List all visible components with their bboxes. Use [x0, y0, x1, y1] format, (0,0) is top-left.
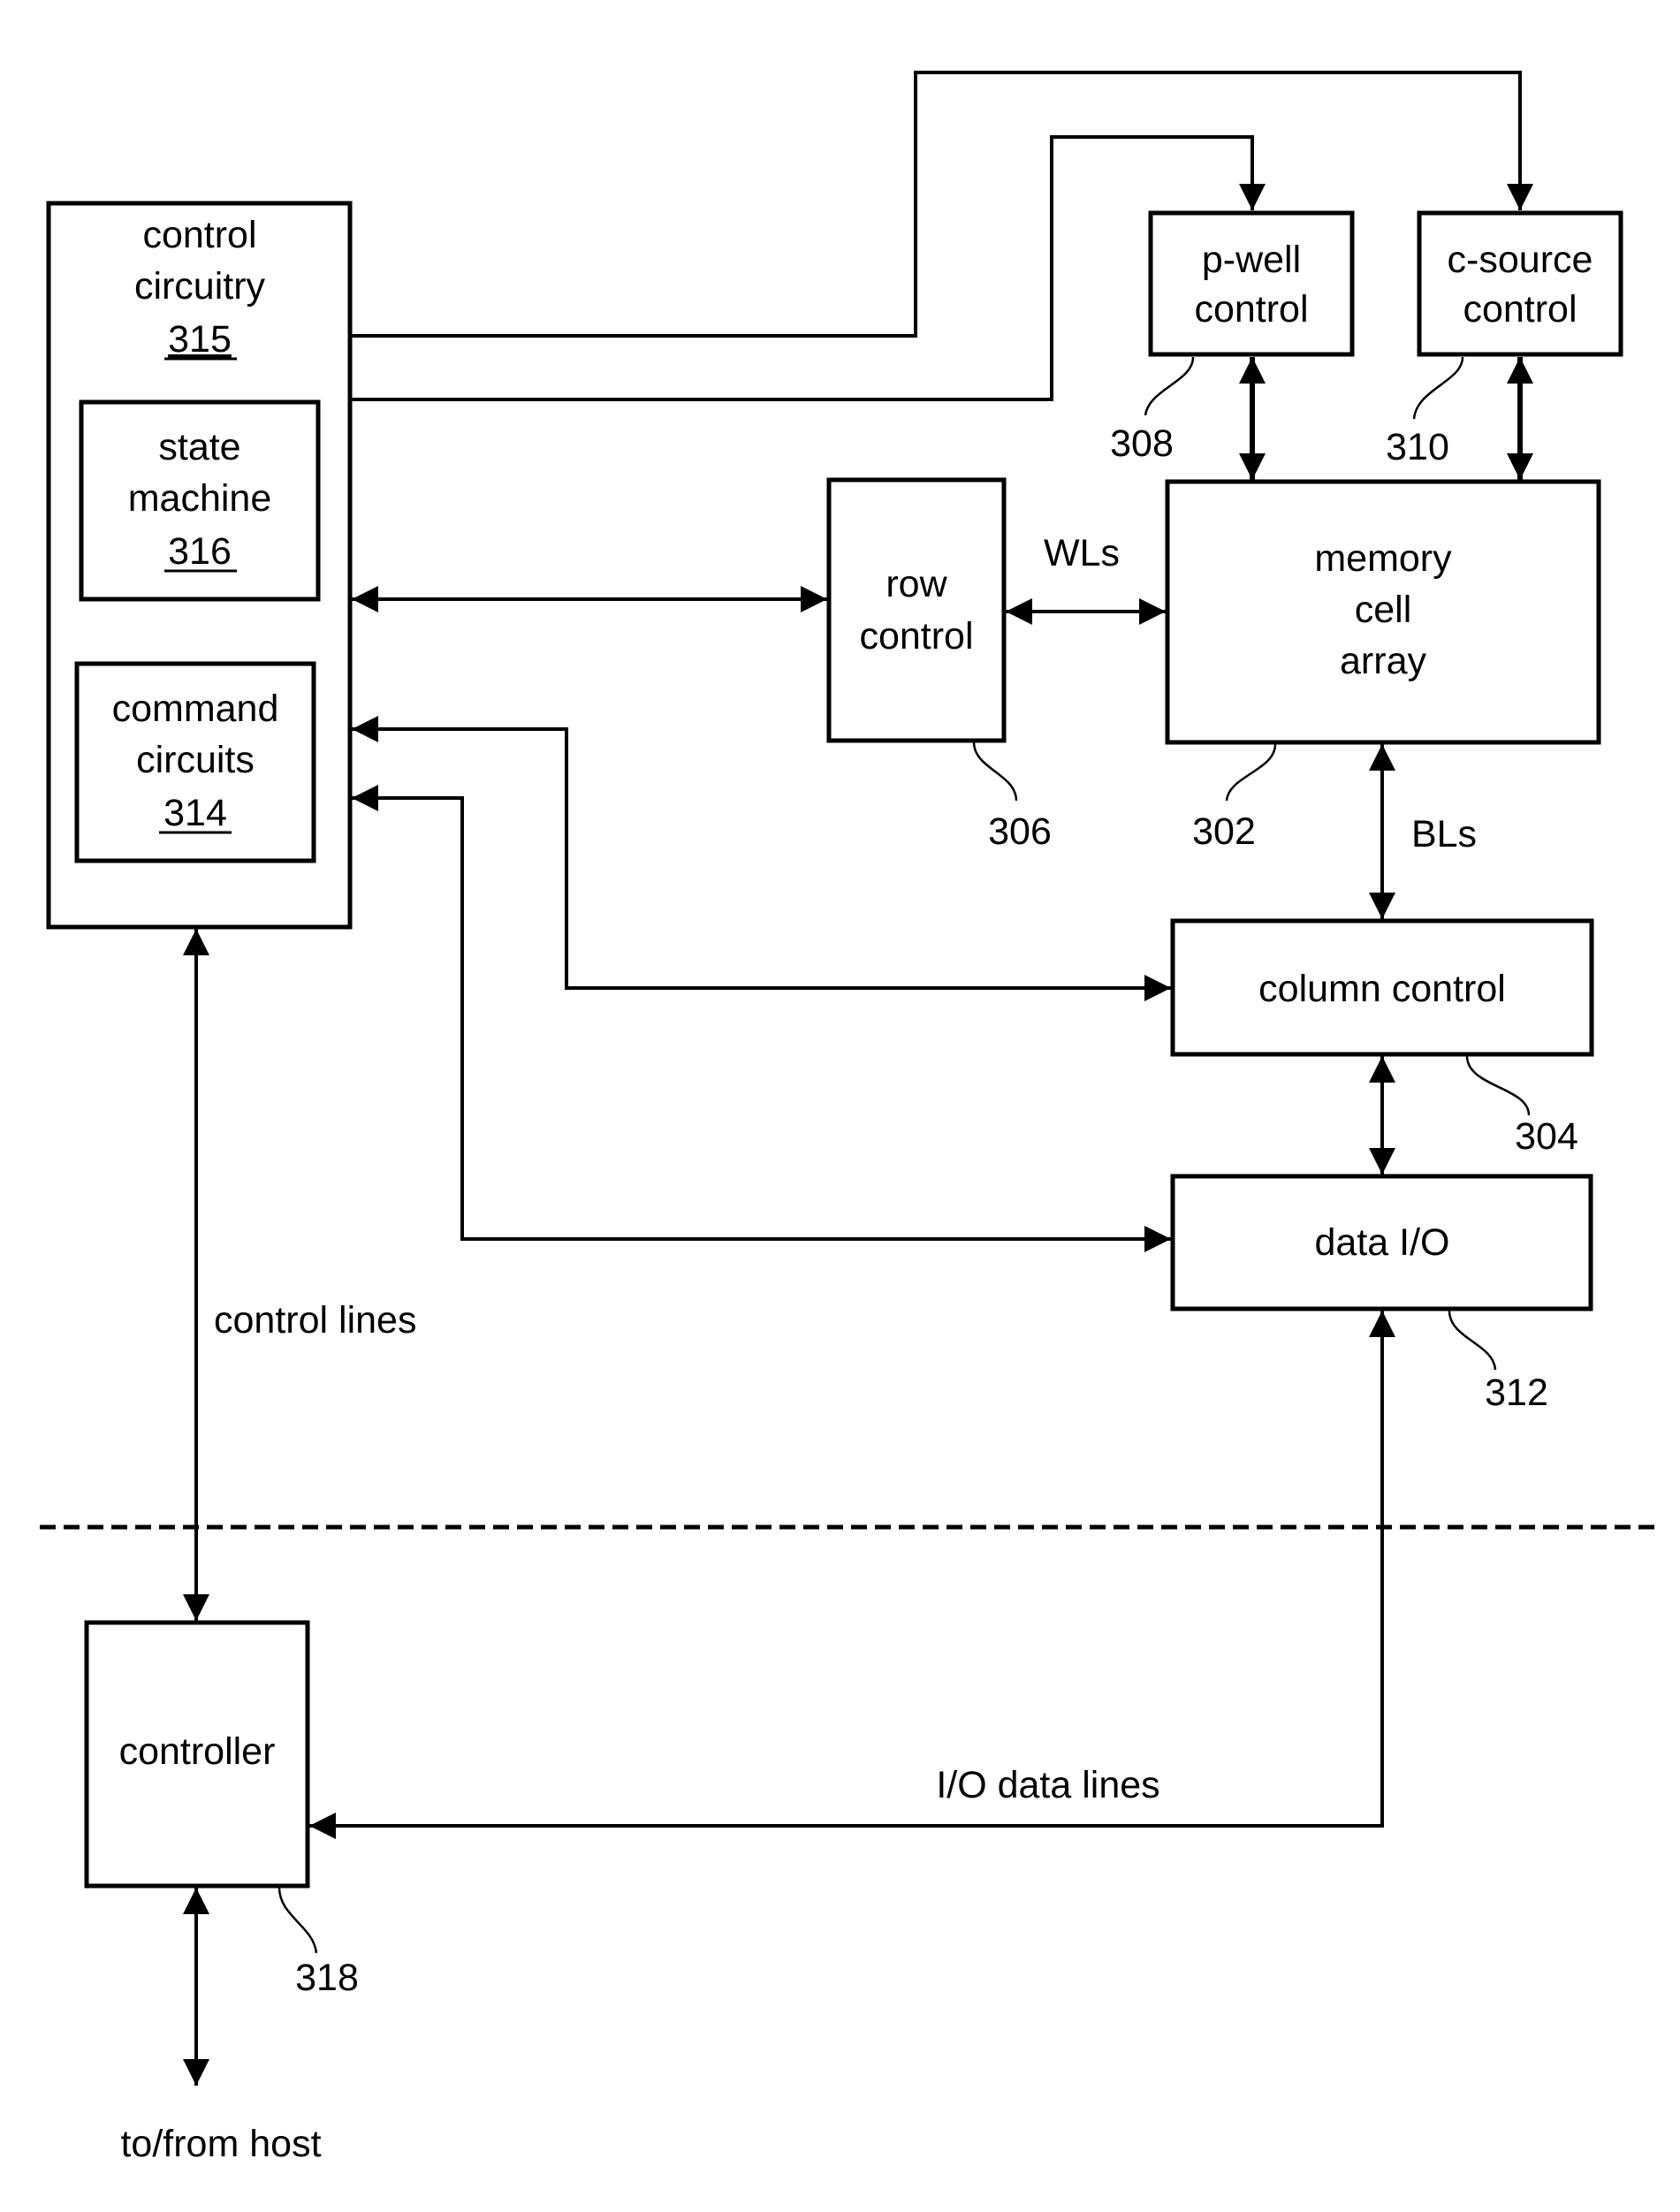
row-control-block[interactable]: row control	[826, 477, 1007, 743]
state-machine-label-2: machine	[128, 477, 272, 520]
control-circuitry-label-1: control	[142, 214, 256, 256]
c-source-control-label-1: c-source	[1448, 239, 1593, 281]
ref-306: 306	[988, 810, 1052, 853]
wire-command-column-control	[352, 716, 1171, 1001]
column-control-block[interactable]: column control	[1170, 918, 1594, 1057]
controller-block[interactable]: controller	[84, 1620, 310, 1889]
memory-cell-array-block[interactable]: memory cell array	[1165, 479, 1601, 745]
io-data-lines-label: I/O data lines	[936, 1764, 1159, 1806]
row-control-label-1: row	[886, 563, 947, 605]
state-machine-label-1: state	[158, 426, 240, 468]
state-machine-ref: 316	[168, 530, 232, 573]
command-circuits-ref: 314	[163, 792, 227, 834]
to-from-host-label: to/from host	[120, 2123, 321, 2165]
memory-system-block-diagram: control circuitry 315 state machine 316 …	[40, 71, 1661, 2165]
control-circuitry-ref: 315	[168, 318, 232, 361]
leader-302	[1225, 743, 1277, 802]
controller-label: controller	[119, 1730, 276, 1773]
ref-308: 308	[1110, 422, 1174, 465]
p-well-control-label-1: p-well	[1202, 239, 1301, 281]
column-control-label: column control	[1258, 968, 1506, 1010]
bls-label: BLs	[1411, 813, 1477, 855]
wire-command-data-io	[352, 785, 1171, 1252]
data-io-block[interactable]: data I/O	[1170, 1174, 1593, 1311]
wls-label: WLs	[1044, 532, 1120, 574]
ref-304: 304	[1515, 1115, 1578, 1158]
control-circuitry-label-2: circuitry	[134, 265, 266, 308]
control-lines-label: control lines	[214, 1299, 416, 1342]
leader-308	[1144, 356, 1195, 416]
leader-310	[1412, 356, 1464, 420]
row-control-label-2: control	[859, 615, 973, 658]
leader-306	[972, 741, 1018, 802]
command-circuits-block[interactable]: command circuits 314	[74, 661, 316, 863]
p-well-control-block[interactable]: p-well control	[1148, 210, 1355, 357]
ref-302: 302	[1192, 810, 1256, 853]
leader-318	[277, 1887, 318, 1954]
state-machine-block[interactable]: state machine 316	[79, 399, 321, 602]
command-circuits-label-1: command	[112, 688, 279, 730]
command-circuits-label-2: circuits	[136, 739, 255, 781]
memory-cell-array-label-3: array	[1340, 640, 1426, 682]
c-source-control-block[interactable]: c-source control	[1417, 210, 1623, 357]
leader-304	[1465, 1055, 1531, 1116]
memory-cell-array-label-1: memory	[1314, 537, 1452, 580]
ref-318: 318	[295, 1957, 359, 1999]
ref-310: 310	[1386, 426, 1449, 468]
ref-312: 312	[1485, 1372, 1548, 1414]
wire-control-to-p-well	[350, 135, 1266, 401]
data-io-label: data I/O	[1315, 1221, 1450, 1264]
memory-cell-array-label-2: cell	[1355, 589, 1412, 631]
c-source-control-label-2: control	[1463, 288, 1577, 331]
leader-312	[1448, 1310, 1497, 1371]
wire-io-data-lines	[309, 1311, 1395, 1839]
p-well-control-label-2: control	[1194, 288, 1308, 331]
